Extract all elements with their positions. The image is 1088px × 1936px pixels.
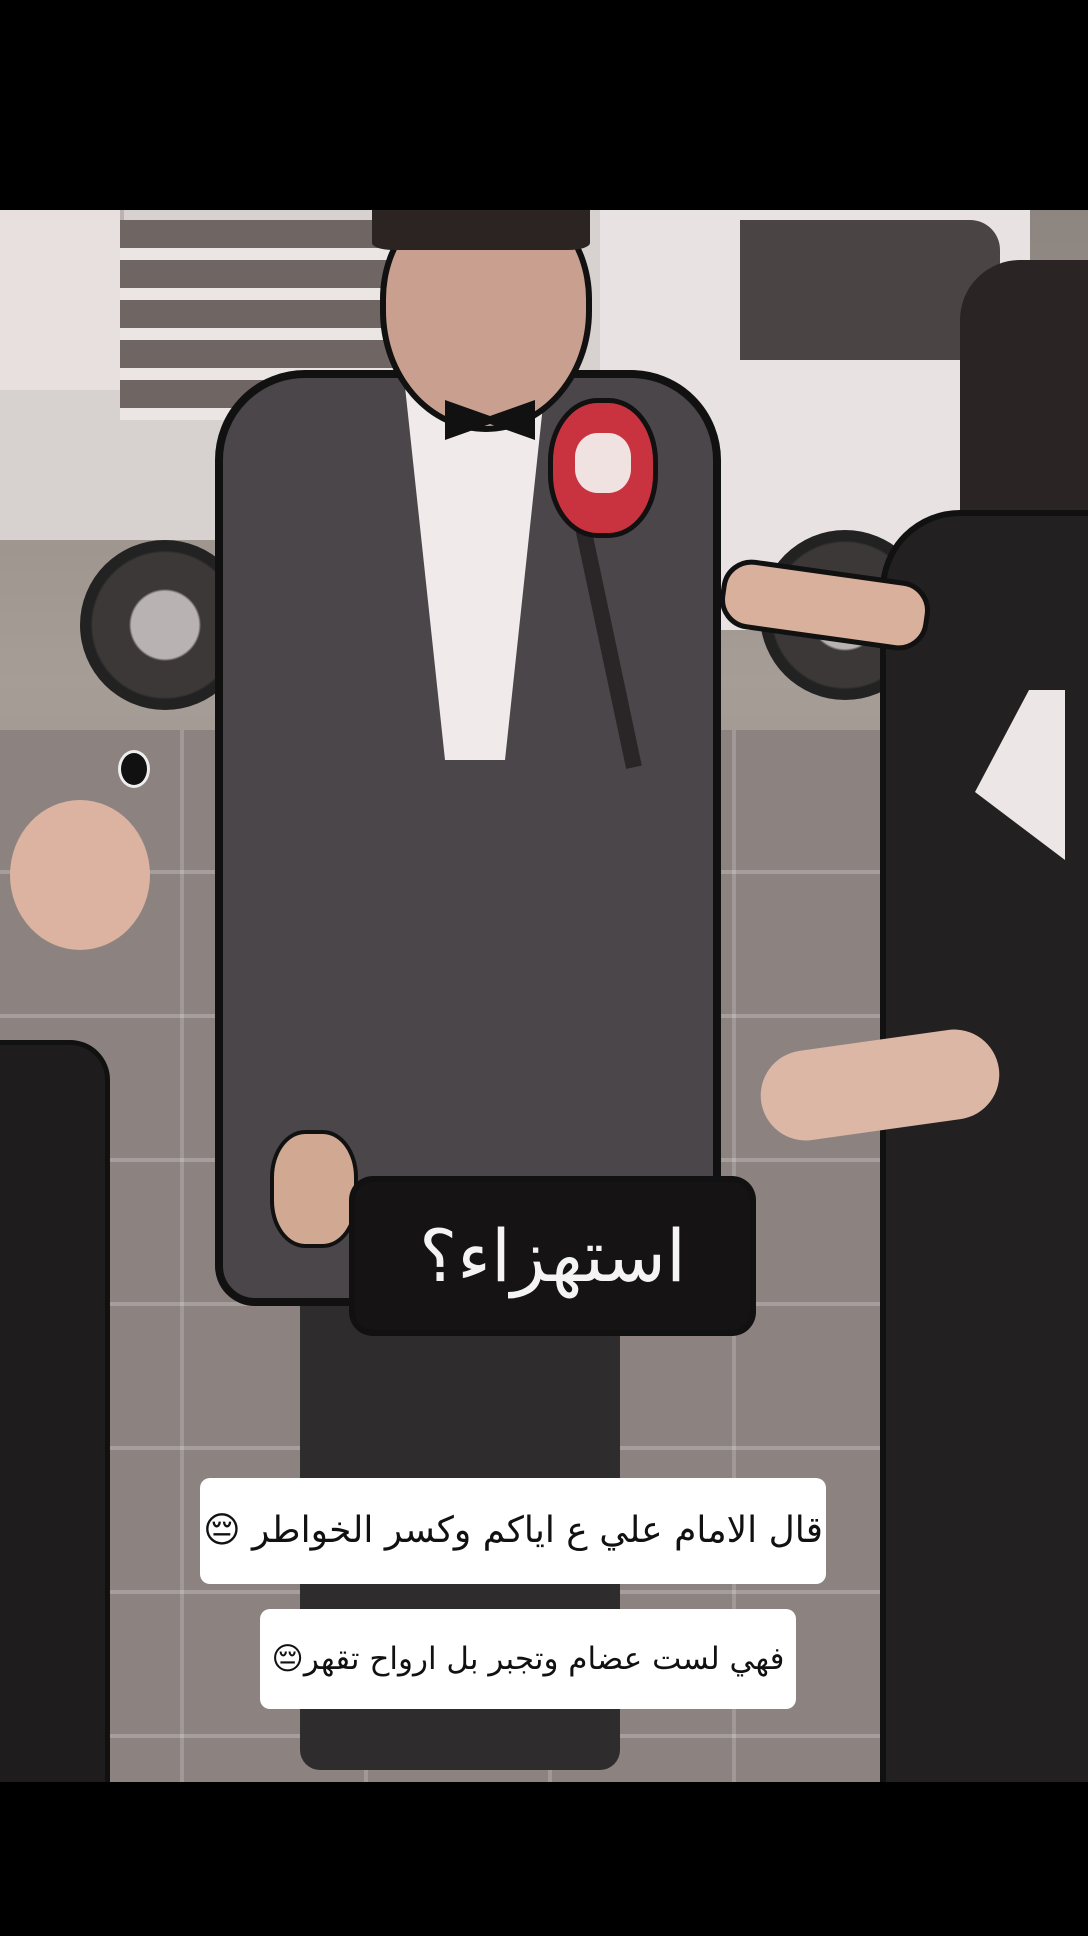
- video-screen[interactable]: استهزاء؟ قال الامام علي ع اياكم وكسر الخ…: [0, 0, 1088, 1936]
- top-letterbox: [0, 0, 1088, 210]
- caption-sticker-1: قال الامام علي ع اياكم وكسر الخواطر 😔: [200, 1478, 826, 1584]
- woman-left-body: [0, 1040, 110, 1782]
- woman-left-hand: [10, 800, 150, 950]
- microphone-logo: [575, 433, 631, 493]
- ring-object: [118, 750, 150, 788]
- truck-sign: [0, 210, 124, 390]
- bottom-letterbox: [0, 1782, 1088, 1936]
- man-hair: [372, 210, 590, 250]
- video-embedded-caption: استهزاء؟: [355, 1182, 750, 1330]
- microphone-icon: [548, 398, 658, 538]
- man-hand: [270, 1130, 358, 1248]
- caption-sticker-2: فهي لست عضام وتجبر بل ارواح تقهر😔: [260, 1609, 796, 1709]
